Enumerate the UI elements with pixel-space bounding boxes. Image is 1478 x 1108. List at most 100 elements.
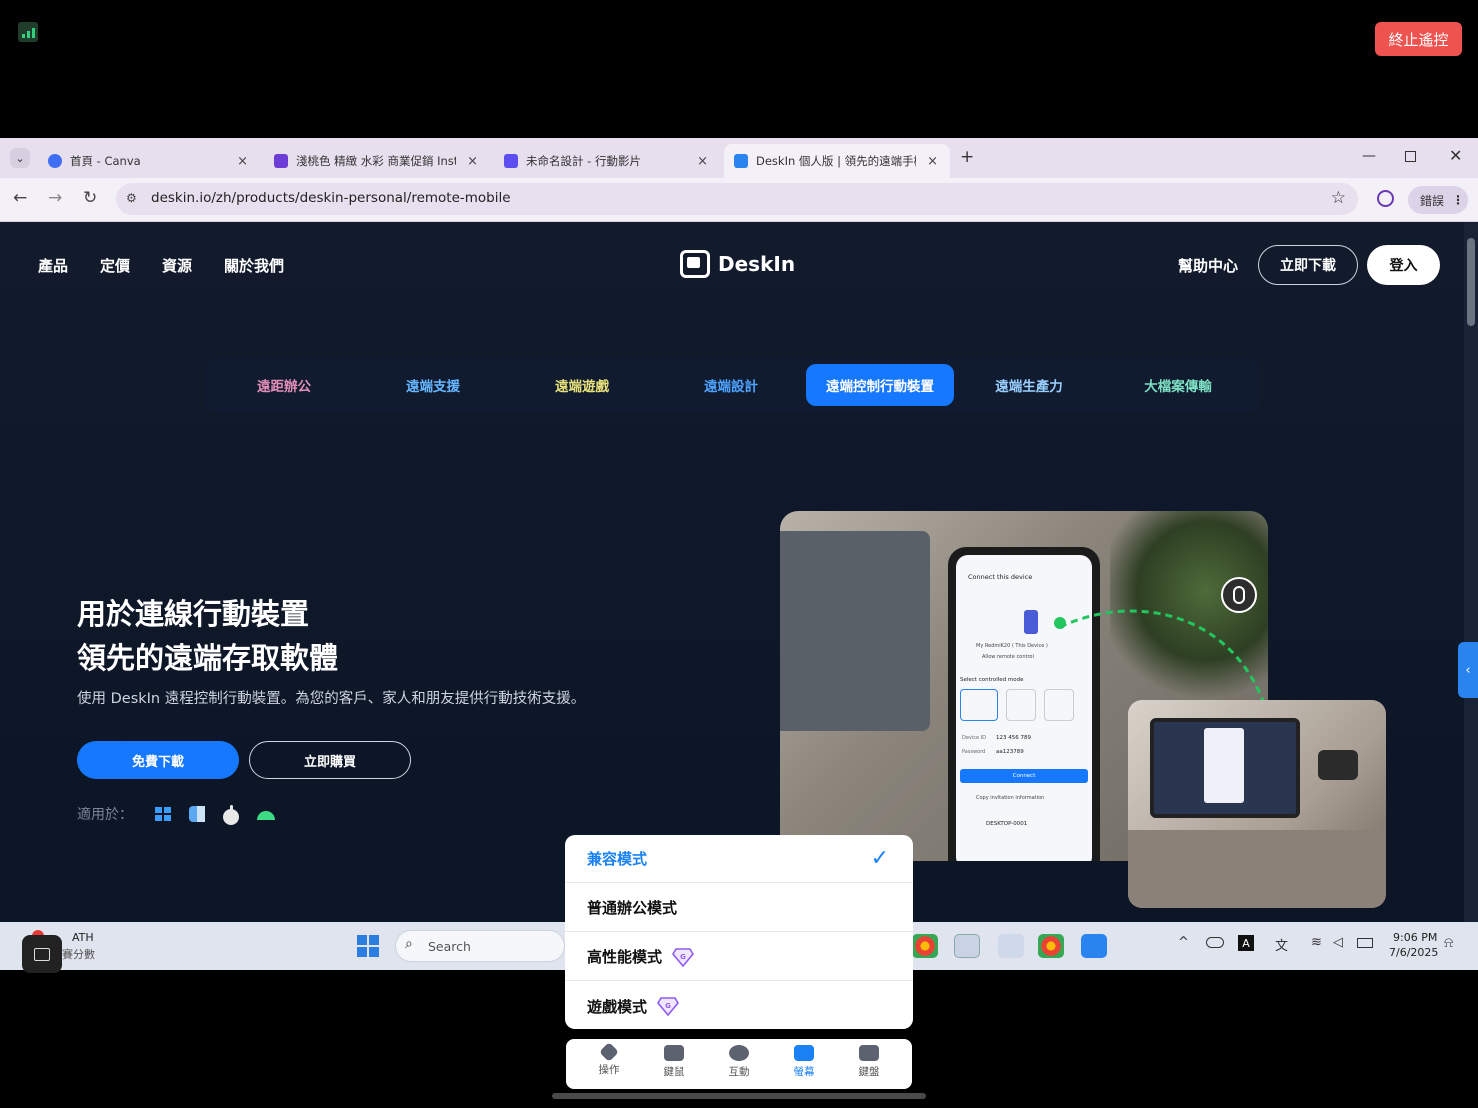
tab-search-chevron-icon[interactable]: ⌄: [10, 148, 30, 168]
reload-icon[interactable]: ↻: [83, 188, 97, 208]
tray-chevron-icon[interactable]: ^: [1178, 935, 1189, 950]
tab-remote-mobile[interactable]: 遠端控制行動裝置: [806, 364, 954, 406]
floating-toggle-icon[interactable]: [22, 935, 62, 973]
chat-bubble-icon: [729, 1045, 749, 1061]
search-icon: ⌕: [405, 936, 413, 952]
bookmark-star-icon[interactable]: ☆: [1331, 188, 1346, 208]
tab-remote-support[interactable]: 遠端支援: [359, 357, 507, 413]
chrome-profile-icon[interactable]: [1038, 934, 1064, 958]
toolbar-operation[interactable]: 操作: [589, 1042, 629, 1085]
svg-text:G: G: [680, 953, 686, 961]
remote-toolbar: 操作 鍵鼠 互動 螢幕 鍵盤: [566, 1039, 912, 1089]
close-window-icon[interactable]: ✕: [1449, 146, 1462, 165]
tab-remote-design[interactable]: 遠端設計: [657, 357, 805, 413]
onedrive-icon[interactable]: [1206, 937, 1224, 948]
keyboard-icon: [859, 1045, 879, 1061]
taskbar-search[interactable]: ⌕ Search: [395, 930, 565, 962]
tab-file-transfer[interactable]: 大檔案傳輸: [1104, 357, 1252, 413]
buy-now-button[interactable]: 立即購買: [249, 741, 411, 779]
url-field[interactable]: ⚙ deskin.io/zh/products/deskin-personal/…: [116, 183, 1358, 215]
deskin-favicon-icon: [734, 154, 748, 168]
stop-remote-button[interactable]: 終止遙控: [1375, 22, 1462, 56]
display-mode-menu: 兼容模式 ✓ 普通辦公模式 高性能模式 G 遊戲模式 G: [565, 835, 913, 1029]
chrome-icon[interactable]: [912, 934, 938, 958]
tab-deskin[interactable]: DeskIn 個人版 | 領先的遠端手機 ×: [724, 144, 950, 178]
tab-canva-design[interactable]: 淺桃色 精緻 水彩 商業促銷 Inst ×: [264, 144, 490, 178]
nav-products[interactable]: 產品: [38, 255, 68, 276]
tab-remote-office[interactable]: 遠距辦公: [210, 357, 358, 413]
home-indicator[interactable]: [552, 1093, 926, 1099]
profile-icon[interactable]: [1377, 190, 1394, 207]
address-bar: ← → ↻ ⚙ deskin.io/zh/products/deskin-per…: [0, 178, 1478, 222]
laptop-photo: [1128, 700, 1386, 908]
windows-start-icon[interactable]: [357, 935, 379, 961]
tab-close-icon[interactable]: ×: [697, 154, 708, 169]
side-collapse-tab[interactable]: ‹: [1458, 642, 1478, 698]
profile-error-button[interactable]: 錯誤 ⋮: [1408, 186, 1468, 214]
snipping-tool-icon[interactable]: [998, 934, 1024, 958]
windows-icon: [153, 804, 173, 824]
language-icon[interactable]: ⽂: [1275, 935, 1288, 954]
keyboard-mouse-icon: [664, 1045, 684, 1061]
android-icon: [255, 804, 275, 824]
chart-app-icon[interactable]: [954, 934, 980, 958]
apple-icon: [221, 804, 241, 825]
layers-icon: [599, 1042, 619, 1062]
premium-gem-icon: G: [657, 996, 679, 1017]
mode-camera-icon: [1006, 689, 1036, 721]
platform-row: 適用於：: [77, 804, 275, 825]
mode-compatible[interactable]: 兼容模式 ✓: [565, 835, 913, 883]
tab-close-icon[interactable]: ×: [237, 154, 248, 169]
mode-gaming[interactable]: 遊戲模式 G: [565, 982, 913, 1029]
toolbar-screen[interactable]: 螢幕: [784, 1045, 824, 1085]
page-scrollbar[interactable]: [1464, 222, 1478, 922]
nav-about[interactable]: 關於我們: [224, 255, 284, 276]
input-method-icon[interactable]: A: [1238, 935, 1254, 951]
canva-icon: [48, 154, 62, 168]
mode-screen-icon: [960, 689, 998, 721]
restore-icon[interactable]: [1405, 151, 1416, 162]
free-download-button[interactable]: 免費下載: [77, 741, 239, 779]
wifi-icon[interactable]: ≋: [1311, 935, 1322, 950]
tab-canva-video[interactable]: 未命名設計 - 行動影片 ×: [494, 144, 720, 178]
tab-remote-gaming[interactable]: 遠端遊戲: [508, 357, 656, 413]
deskin-logo-icon: [680, 250, 710, 278]
checkmark-icon: ✓: [870, 846, 889, 871]
tab-remote-productivity[interactable]: 遠端生產力: [955, 357, 1103, 413]
signal-strength-icon: [18, 22, 38, 42]
toolbar-interaction[interactable]: 互動: [719, 1045, 759, 1085]
mode-performance[interactable]: 高性能模式 G: [565, 933, 913, 981]
volume-icon[interactable]: ◁: [1333, 935, 1343, 950]
battery-icon[interactable]: [1357, 938, 1373, 948]
tab-bar: ⌄ 首頁 - Canva × 淺桃色 精緻 水彩 商業促銷 Inst × 未命名…: [0, 138, 1478, 178]
tab-canva-home[interactable]: 首頁 - Canva ×: [38, 144, 260, 178]
new-tab-button[interactable]: +: [960, 147, 974, 167]
svg-text:G: G: [665, 1002, 671, 1010]
toolbar-keyboard-mouse[interactable]: 鍵鼠: [654, 1045, 694, 1085]
hero-title: 用於連線行動裝置 領先的遠端存取軟體: [77, 597, 339, 675]
site-info-icon[interactable]: ⚙: [126, 191, 137, 205]
menu-dots-icon[interactable]: ⋮: [1452, 193, 1464, 207]
video-icon: [504, 154, 518, 168]
deskin-taskbar-icon[interactable]: [1081, 934, 1107, 958]
forward-icon[interactable]: →: [48, 188, 62, 208]
deskin-logo[interactable]: DeskIn: [680, 250, 795, 278]
nav-resources[interactable]: 資源: [162, 255, 192, 276]
toolbar-keyboard[interactable]: 鍵盤: [849, 1045, 889, 1085]
tab-close-icon[interactable]: ×: [927, 154, 938, 169]
back-icon[interactable]: ←: [13, 188, 27, 208]
tab-close-icon[interactable]: ×: [467, 154, 478, 169]
monitor-icon: [794, 1045, 814, 1061]
premium-gem-icon: G: [672, 947, 694, 967]
notification-bell-icon[interactable]: ⍾: [1444, 935, 1453, 951]
download-now-button[interactable]: 立即下載: [1258, 245, 1358, 285]
nav-pricing[interactable]: 定價: [100, 255, 130, 276]
help-center-link[interactable]: 幫助中心: [1178, 255, 1238, 276]
heart-icon: [274, 154, 288, 168]
laptop-screen: [1150, 718, 1300, 818]
phone-device-icon: [1024, 610, 1038, 634]
deskin-page: 產品 定價 資源 關於我們 DeskIn 幫助中心 立即下載 登入 遠距辦公 遠…: [0, 222, 1464, 922]
minimize-icon[interactable]: —: [1362, 148, 1376, 164]
mode-office[interactable]: 普通辦公模式: [565, 884, 913, 932]
login-button[interactable]: 登入: [1367, 245, 1440, 285]
